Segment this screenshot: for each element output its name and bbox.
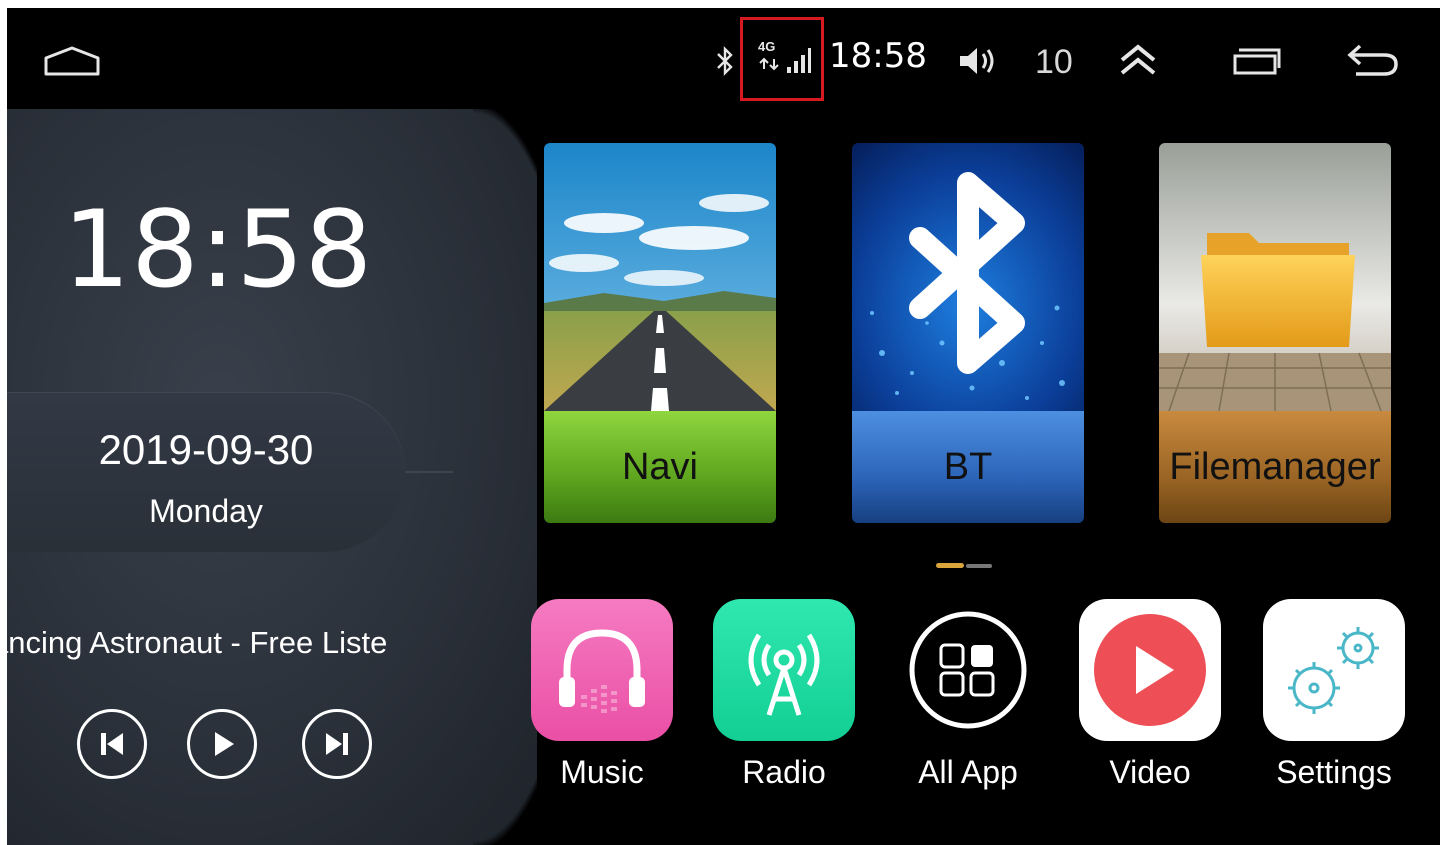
date-card-divider <box>405 471 453 473</box>
recent-apps-button[interactable] <box>1229 44 1283 78</box>
previous-track-button[interactable] <box>77 709 147 779</box>
app-music[interactable]: Music <box>527 599 677 819</box>
gears-icon <box>1263 599 1405 741</box>
next-track-button[interactable] <box>302 709 372 779</box>
antenna-icon <box>713 599 855 741</box>
bluetooth-status <box>710 41 740 81</box>
now-playing-title[interactable]: ancing Astronaut - Free Liste <box>7 625 435 661</box>
play-icon <box>1079 599 1221 741</box>
app-settings[interactable]: Settings <box>1259 599 1409 819</box>
expand-up-button[interactable] <box>1115 38 1161 82</box>
tile-label: BT <box>852 411 1084 523</box>
back-icon <box>1347 44 1398 76</box>
grid-icon <box>897 599 1039 741</box>
next-icon <box>326 733 348 755</box>
chevron-up-icon <box>1120 44 1156 75</box>
page-dot-active <box>936 563 964 568</box>
home-button[interactable] <box>37 36 107 86</box>
status-time: 18:58 <box>829 36 927 76</box>
network-status-highlight: 4G <box>740 17 824 101</box>
app-label: All App <box>918 754 1018 790</box>
app-label: Settings <box>1276 754 1392 790</box>
date-display: 2019-09-30 <box>98 426 314 473</box>
page-dot <box>966 564 992 568</box>
tile-filemanager[interactable]: Filemanager <box>1159 143 1391 523</box>
previous-icon <box>101 733 123 755</box>
back-button[interactable] <box>1343 40 1403 80</box>
home-icon <box>44 46 100 76</box>
headphones-icon <box>531 599 673 741</box>
now-playing-text: ancing Astronaut - Free Liste <box>7 625 388 660</box>
bluetooth-icon <box>717 46 733 76</box>
volume-button[interactable] <box>957 41 997 81</box>
volume-level: 10 <box>1035 43 1073 81</box>
app-label: Radio <box>742 754 826 790</box>
recent-apps-icon <box>1233 48 1281 75</box>
app-label: Music <box>560 754 644 790</box>
play-button[interactable] <box>187 709 257 779</box>
tile-navi[interactable]: Navi <box>544 143 776 523</box>
tile-label: Navi <box>544 411 776 523</box>
tile-bt[interactable]: BT <box>852 143 1084 523</box>
head-unit-screen: 4G 18:58 10 18:58 2019-09-30 Monday anci… <box>7 8 1440 845</box>
network-type-label: 4G <box>758 39 776 54</box>
network-indicator: 4G <box>750 39 814 79</box>
weekday-display: Monday <box>149 493 263 529</box>
road-landscape-icon <box>544 143 776 411</box>
tile-label: Filemanager <box>1159 411 1391 523</box>
volume-icon <box>960 48 994 74</box>
signal-icon <box>787 48 811 73</box>
app-video[interactable]: Video <box>1075 599 1225 819</box>
data-arrows-icon <box>759 57 779 71</box>
app-label: Video <box>1109 754 1191 790</box>
status-bar: 4G 18:58 10 <box>7 8 1440 109</box>
app-radio[interactable]: Radio <box>709 599 859 819</box>
app-all-apps[interactable]: All App <box>893 599 1043 819</box>
play-icon <box>215 732 234 756</box>
clock-display: 18:58 <box>62 188 374 311</box>
bluetooth-icon <box>852 143 1084 411</box>
folder-icon <box>1159 143 1391 411</box>
page-indicator <box>936 563 992 569</box>
